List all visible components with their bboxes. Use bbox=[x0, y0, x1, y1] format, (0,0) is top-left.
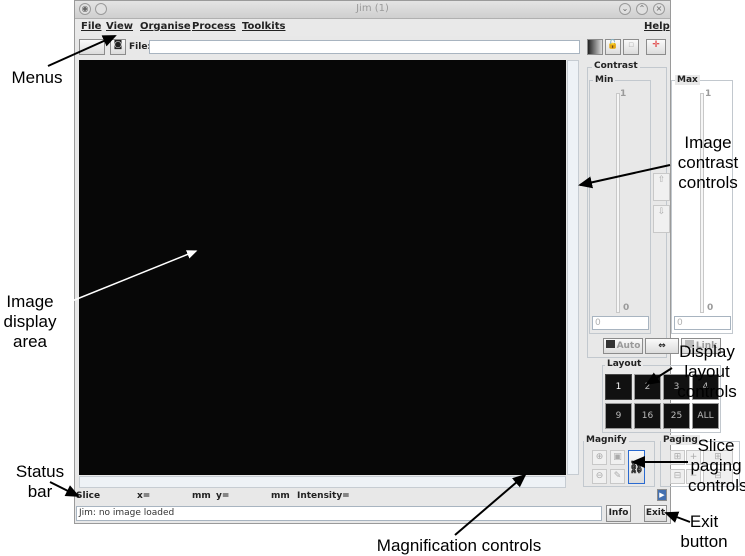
arrow-contrast bbox=[578, 164, 671, 189]
arrow-menus bbox=[47, 35, 117, 67]
arrow-status bbox=[49, 481, 80, 497]
arrow-magnification bbox=[454, 473, 527, 536]
arrow-exit bbox=[664, 511, 691, 523]
callout-arrows bbox=[47, 35, 691, 536]
arrow-image-display bbox=[61, 250, 198, 306]
arrow-layout bbox=[645, 367, 673, 386]
